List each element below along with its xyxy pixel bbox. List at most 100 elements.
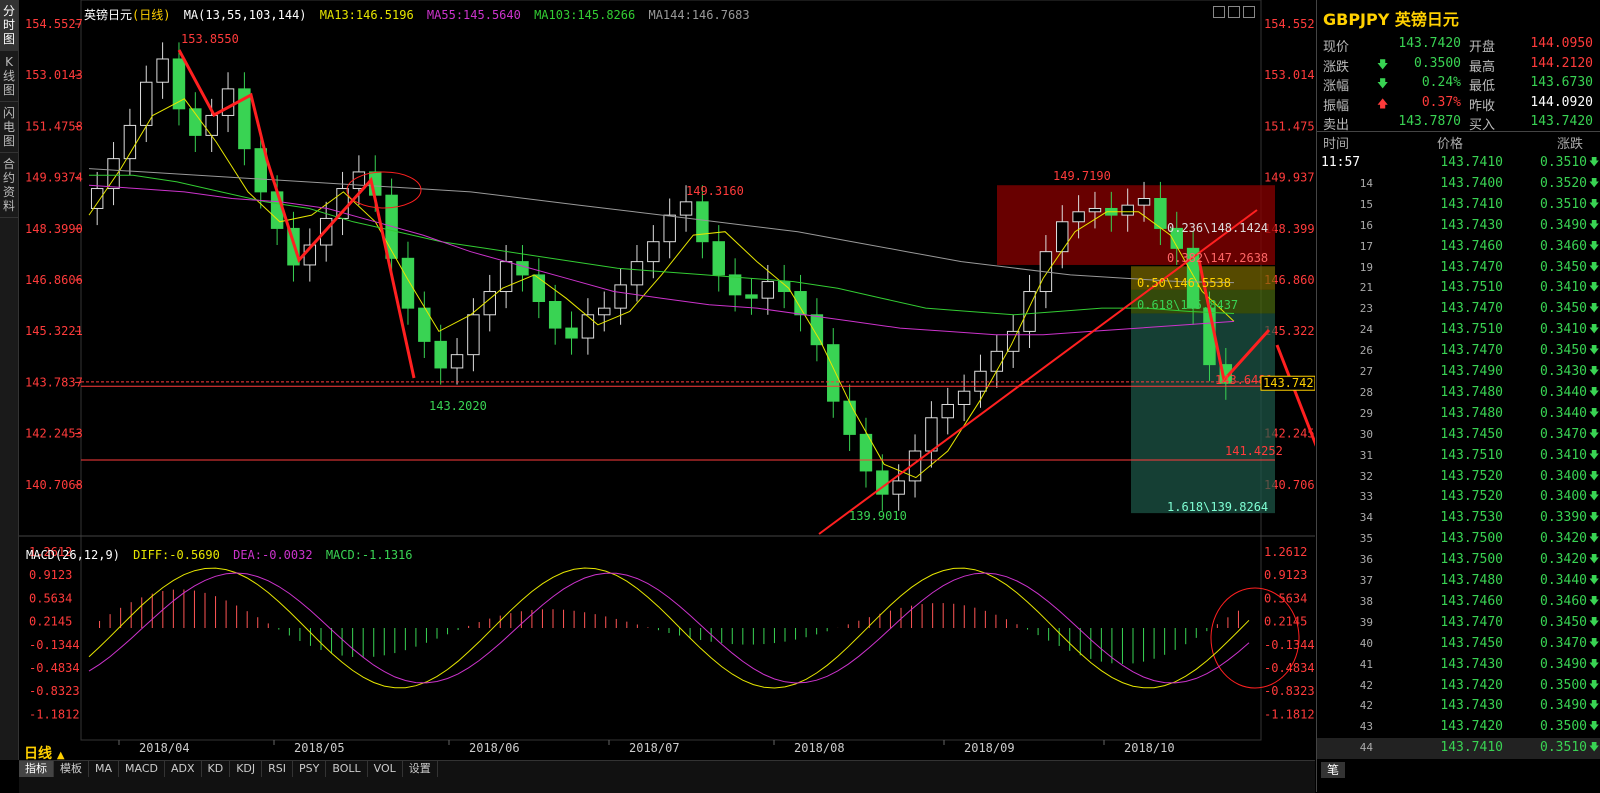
price-axis-tick-left: 146.8606 <box>25 273 83 287</box>
period-bracket[interactable]: (日线) <box>132 8 170 22</box>
label-low-2: 139.9010 <box>849 509 907 523</box>
price-axis-tick-left: 154.5527 <box>25 17 83 31</box>
indicator-tab-7[interactable]: RSI <box>262 761 294 777</box>
tick-change: 0.3450 <box>1540 259 1587 275</box>
tick-time: 24 <box>1359 323 1373 337</box>
arrow-down-icon: 🡇 <box>1589 616 1600 628</box>
tick-row: 26 143.7470 0.3450 🡇 <box>1317 341 1600 362</box>
label-high-1: 153.8550 <box>181 32 239 46</box>
price-axis-tick-right: 149.9374 <box>1264 171 1315 185</box>
tick-row: 42 143.7420 0.3500 🡇 <box>1317 676 1600 697</box>
tick-row: 11:57 143.7410 0.3510 🡇 <box>1317 153 1600 174</box>
fib-zone-lower <box>1131 313 1275 514</box>
macd-axis-tick-left: -0.4834 <box>29 661 80 675</box>
tick-time: 15 <box>1359 197 1373 211</box>
candle-body <box>1072 211 1085 223</box>
tick-price: 143.7510 <box>1440 280 1503 296</box>
tick-change: 0.3440 <box>1540 405 1587 421</box>
side-tab-kline[interactable]: K线图 <box>0 51 18 102</box>
tick-row: 40 143.7450 0.3470 🡇 <box>1317 634 1600 655</box>
tick-price: 143.7410 <box>1440 196 1503 212</box>
tick-change: 0.3450 <box>1540 301 1587 317</box>
indicator-tab-6[interactable]: KDJ <box>230 761 263 777</box>
candle-body <box>516 261 529 276</box>
arrow-down-icon: 🡇 <box>1589 679 1600 691</box>
price-axis-tick-left: 140.7068 <box>25 478 83 492</box>
indicator-tab-1[interactable]: 模板 <box>54 761 89 777</box>
tick-price: 143.7470 <box>1440 614 1503 630</box>
candle-body <box>1121 204 1134 216</box>
tick-time: 38 <box>1359 594 1373 608</box>
indicator-tab-8[interactable]: PSY <box>293 761 327 777</box>
quote-value: 0.3500 <box>1414 55 1461 71</box>
arrow-down-icon: 🡇 <box>1589 470 1600 482</box>
arrow-down-icon: 🡇 <box>1589 700 1600 712</box>
tick-row: 41 143.7430 0.3490 🡇 <box>1317 655 1600 676</box>
ma13-value: MA13:146.5196 <box>319 8 414 22</box>
tick-time: 43 <box>1359 720 1373 734</box>
label-high-2: 149.3160 <box>686 184 744 198</box>
arrow-down-icon: 🡇 <box>1589 575 1600 586</box>
macd-axis-tick-right: -1.1812 <box>1264 707 1315 721</box>
tick-change: 0.3440 <box>1540 384 1587 400</box>
tick-row: 43 143.7420 0.3500 🡇 <box>1317 717 1600 738</box>
candle-body <box>581 314 595 339</box>
arrow-down-icon: 🡇 <box>1589 261 1600 273</box>
kline-chart-svg[interactable]: 154.5527 154.5527 153.0143 153.0143 151.4758… <box>19 0 1315 760</box>
tick-change: 0.3390 <box>1540 510 1587 526</box>
tick-time: 32 <box>1359 469 1373 483</box>
arrow-down-icon: 🡇 <box>1589 658 1600 670</box>
macd-axis-tick-right: 0.5634 <box>1264 591 1307 605</box>
tick-row: 32 143.7520 0.3400 🡇 <box>1317 467 1600 488</box>
tick-time: 33 <box>1359 490 1373 504</box>
tick-time: 29 <box>1359 406 1373 420</box>
divider <box>1317 131 1600 132</box>
side-tab-flash[interactable]: 闪电图 <box>0 102 18 153</box>
restore-button[interactable] <box>1213 6 1225 18</box>
candle-body <box>532 274 546 303</box>
indicator-tab-10[interactable]: VOL <box>368 761 403 777</box>
price-axis-tick-left: 142.2453 <box>25 427 83 441</box>
plot-frame <box>80 0 1262 741</box>
candle-body <box>712 241 725 276</box>
side-tab-timeshare[interactable]: 分时图 <box>0 0 18 51</box>
tab-stroke[interactable]: 笔 <box>1321 762 1346 778</box>
side-tab-contract-info[interactable]: 合约资料 <box>0 153 18 218</box>
tick-change: 0.3410 <box>1540 322 1587 338</box>
indicator-tab-4[interactable]: ADX <box>165 761 202 777</box>
tick-change: 0.3420 <box>1540 531 1587 547</box>
candle-body <box>663 214 676 243</box>
maximize-button[interactable] <box>1228 6 1240 18</box>
indicator-tab-11[interactable]: 设置 <box>403 761 438 777</box>
tick-time: 41 <box>1359 657 1373 671</box>
label-fib-382: 0.382\147.2638 <box>1167 251 1268 265</box>
quote-label: 开盘 <box>1469 40 1496 55</box>
tick-change: 0.3490 <box>1540 217 1587 233</box>
tick-price: 143.7460 <box>1440 238 1503 254</box>
candle-body <box>941 403 954 419</box>
indicator-tab-0[interactable]: 指标 <box>19 761 54 777</box>
close-button[interactable] <box>1243 6 1255 18</box>
arrow-down-icon: 🡇 <box>1589 533 1600 545</box>
tick-price: 143.7430 <box>1440 217 1503 233</box>
indicator-tab-2[interactable]: MA <box>89 761 120 777</box>
indicator-tab-5[interactable]: KD <box>202 761 231 777</box>
candle-body <box>270 191 284 229</box>
arrow-down-icon: 🡇 <box>1589 198 1600 210</box>
arrow-down-icon: 🡇 <box>1589 512 1600 524</box>
symbol-name: 英镑日元 <box>84 8 133 22</box>
price-axis-tick-left: 148.3990 <box>25 222 83 236</box>
kline-chart-area[interactable]: 154.5527 154.5527 153.0143 153.0143 151.4758… <box>19 0 1315 760</box>
quote-panel: GBPJPY 英镑日元 现价 143.7420 开盘 144.0950 涨跌 🡇 0.350… <box>1316 0 1600 792</box>
quote-row: 涨幅 🡇 0.24% 最低 143.6730 <box>1317 75 1600 94</box>
tick-change: 0.3470 <box>1540 635 1587 651</box>
tick-time: 23 <box>1359 302 1373 316</box>
indicator-tab-3[interactable]: MACD <box>119 761 165 777</box>
macd-axis-tick-left: -1.1812 <box>29 707 80 721</box>
tick-row: 37 143.7480 0.3440 🡇 <box>1317 571 1600 592</box>
tick-row: 21 143.7510 0.3410 🡇 <box>1317 278 1600 299</box>
candle-body <box>467 314 480 356</box>
indicator-tab-9[interactable]: BOLL <box>326 761 368 777</box>
date-axis-tick: 2018/05 <box>294 741 345 755</box>
tick-time: 31 <box>1359 448 1373 462</box>
